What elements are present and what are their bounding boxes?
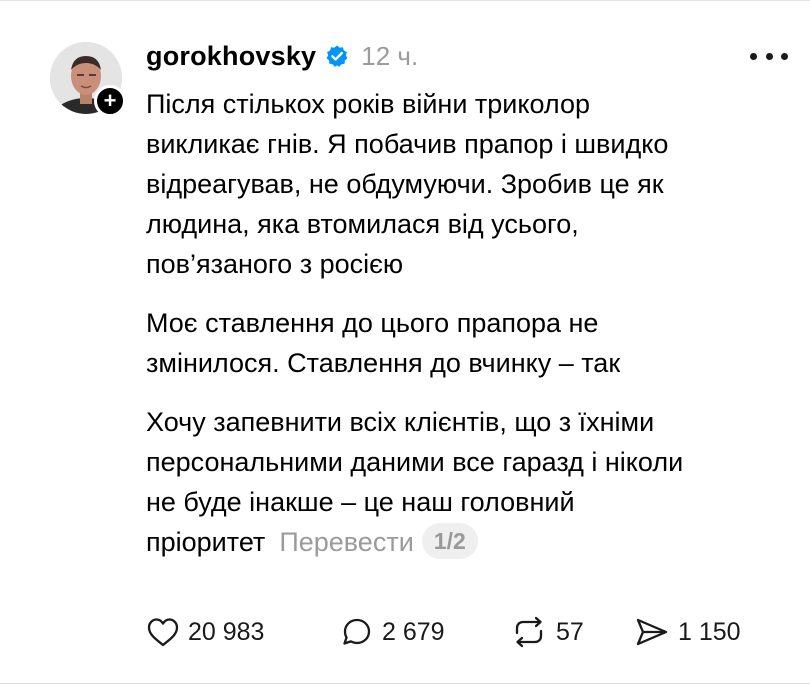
text-line: відреагував, не обдумуючи. Зробив це як <box>146 169 664 199</box>
share-count: 1 150 <box>678 617 741 646</box>
thread-post: + gorokhovsky 12 ч. Після стількох років… <box>0 0 810 684</box>
text-line: пов’язаного з росією <box>146 249 404 279</box>
share-button[interactable]: 1 150 <box>634 614 754 650</box>
repost-icon <box>515 616 543 648</box>
post-paragraph: Хочу запевнити всіх клієнтів, що з їхнім… <box>146 402 786 562</box>
text-line: не буде інакше – це наш головний <box>146 487 575 517</box>
like-button[interactable]: 20 983 <box>146 614 340 650</box>
author-username[interactable]: gorokhovsky <box>146 41 316 72</box>
text-line: Хочу запевнити всіх клієнтів, що з їхнім… <box>146 407 655 437</box>
text-line: Моє ставлення до цього прапора не <box>146 308 599 338</box>
reply-count: 2 679 <box>382 617 445 646</box>
more-options-button[interactable] <box>750 44 788 68</box>
heart-icon <box>147 618 179 647</box>
verified-badge-icon <box>325 44 349 68</box>
pagination-badge[interactable]: 1/2 <box>421 523 478 559</box>
text-line: викликає гнів. Я побачив прапор і швидко <box>146 129 669 159</box>
plus-icon: + <box>103 88 117 113</box>
reply-button[interactable]: 2 679 <box>340 614 510 650</box>
more-horizontal-icon <box>750 52 757 60</box>
comment-icon <box>343 618 371 645</box>
repost-button[interactable]: 57 <box>510 614 634 650</box>
text-line: пріоритет <box>146 527 266 557</box>
post-header: gorokhovsky 12 ч. <box>146 36 418 76</box>
like-count: 20 983 <box>188 617 265 646</box>
text-line: персональними даними все гаразд і ніколи <box>146 447 684 477</box>
post-paragraph: Після стількох років війни триколор викл… <box>146 84 786 284</box>
post-actions: 20 983 2 679 57 1 150 <box>146 614 754 650</box>
translate-link[interactable]: Перевести <box>279 527 413 557</box>
text-line: Після стількох років війни триколор <box>146 89 590 119</box>
send-icon <box>636 618 668 646</box>
post-divider <box>0 683 810 684</box>
text-line: змінилося. Ставлення до вчинку – так <box>146 348 621 378</box>
repost-count: 57 <box>556 617 584 646</box>
post-timestamp[interactable]: 12 ч. <box>361 41 418 72</box>
author-avatar-container[interactable]: + <box>50 42 126 117</box>
text-line: людина, яка втомилася від усього, <box>146 209 579 239</box>
post-paragraph: Моє ставлення до цього прапора не змінил… <box>146 303 786 383</box>
post-text: Після стількох років війни триколор викл… <box>146 84 786 562</box>
follow-plus-button[interactable]: + <box>94 85 126 117</box>
